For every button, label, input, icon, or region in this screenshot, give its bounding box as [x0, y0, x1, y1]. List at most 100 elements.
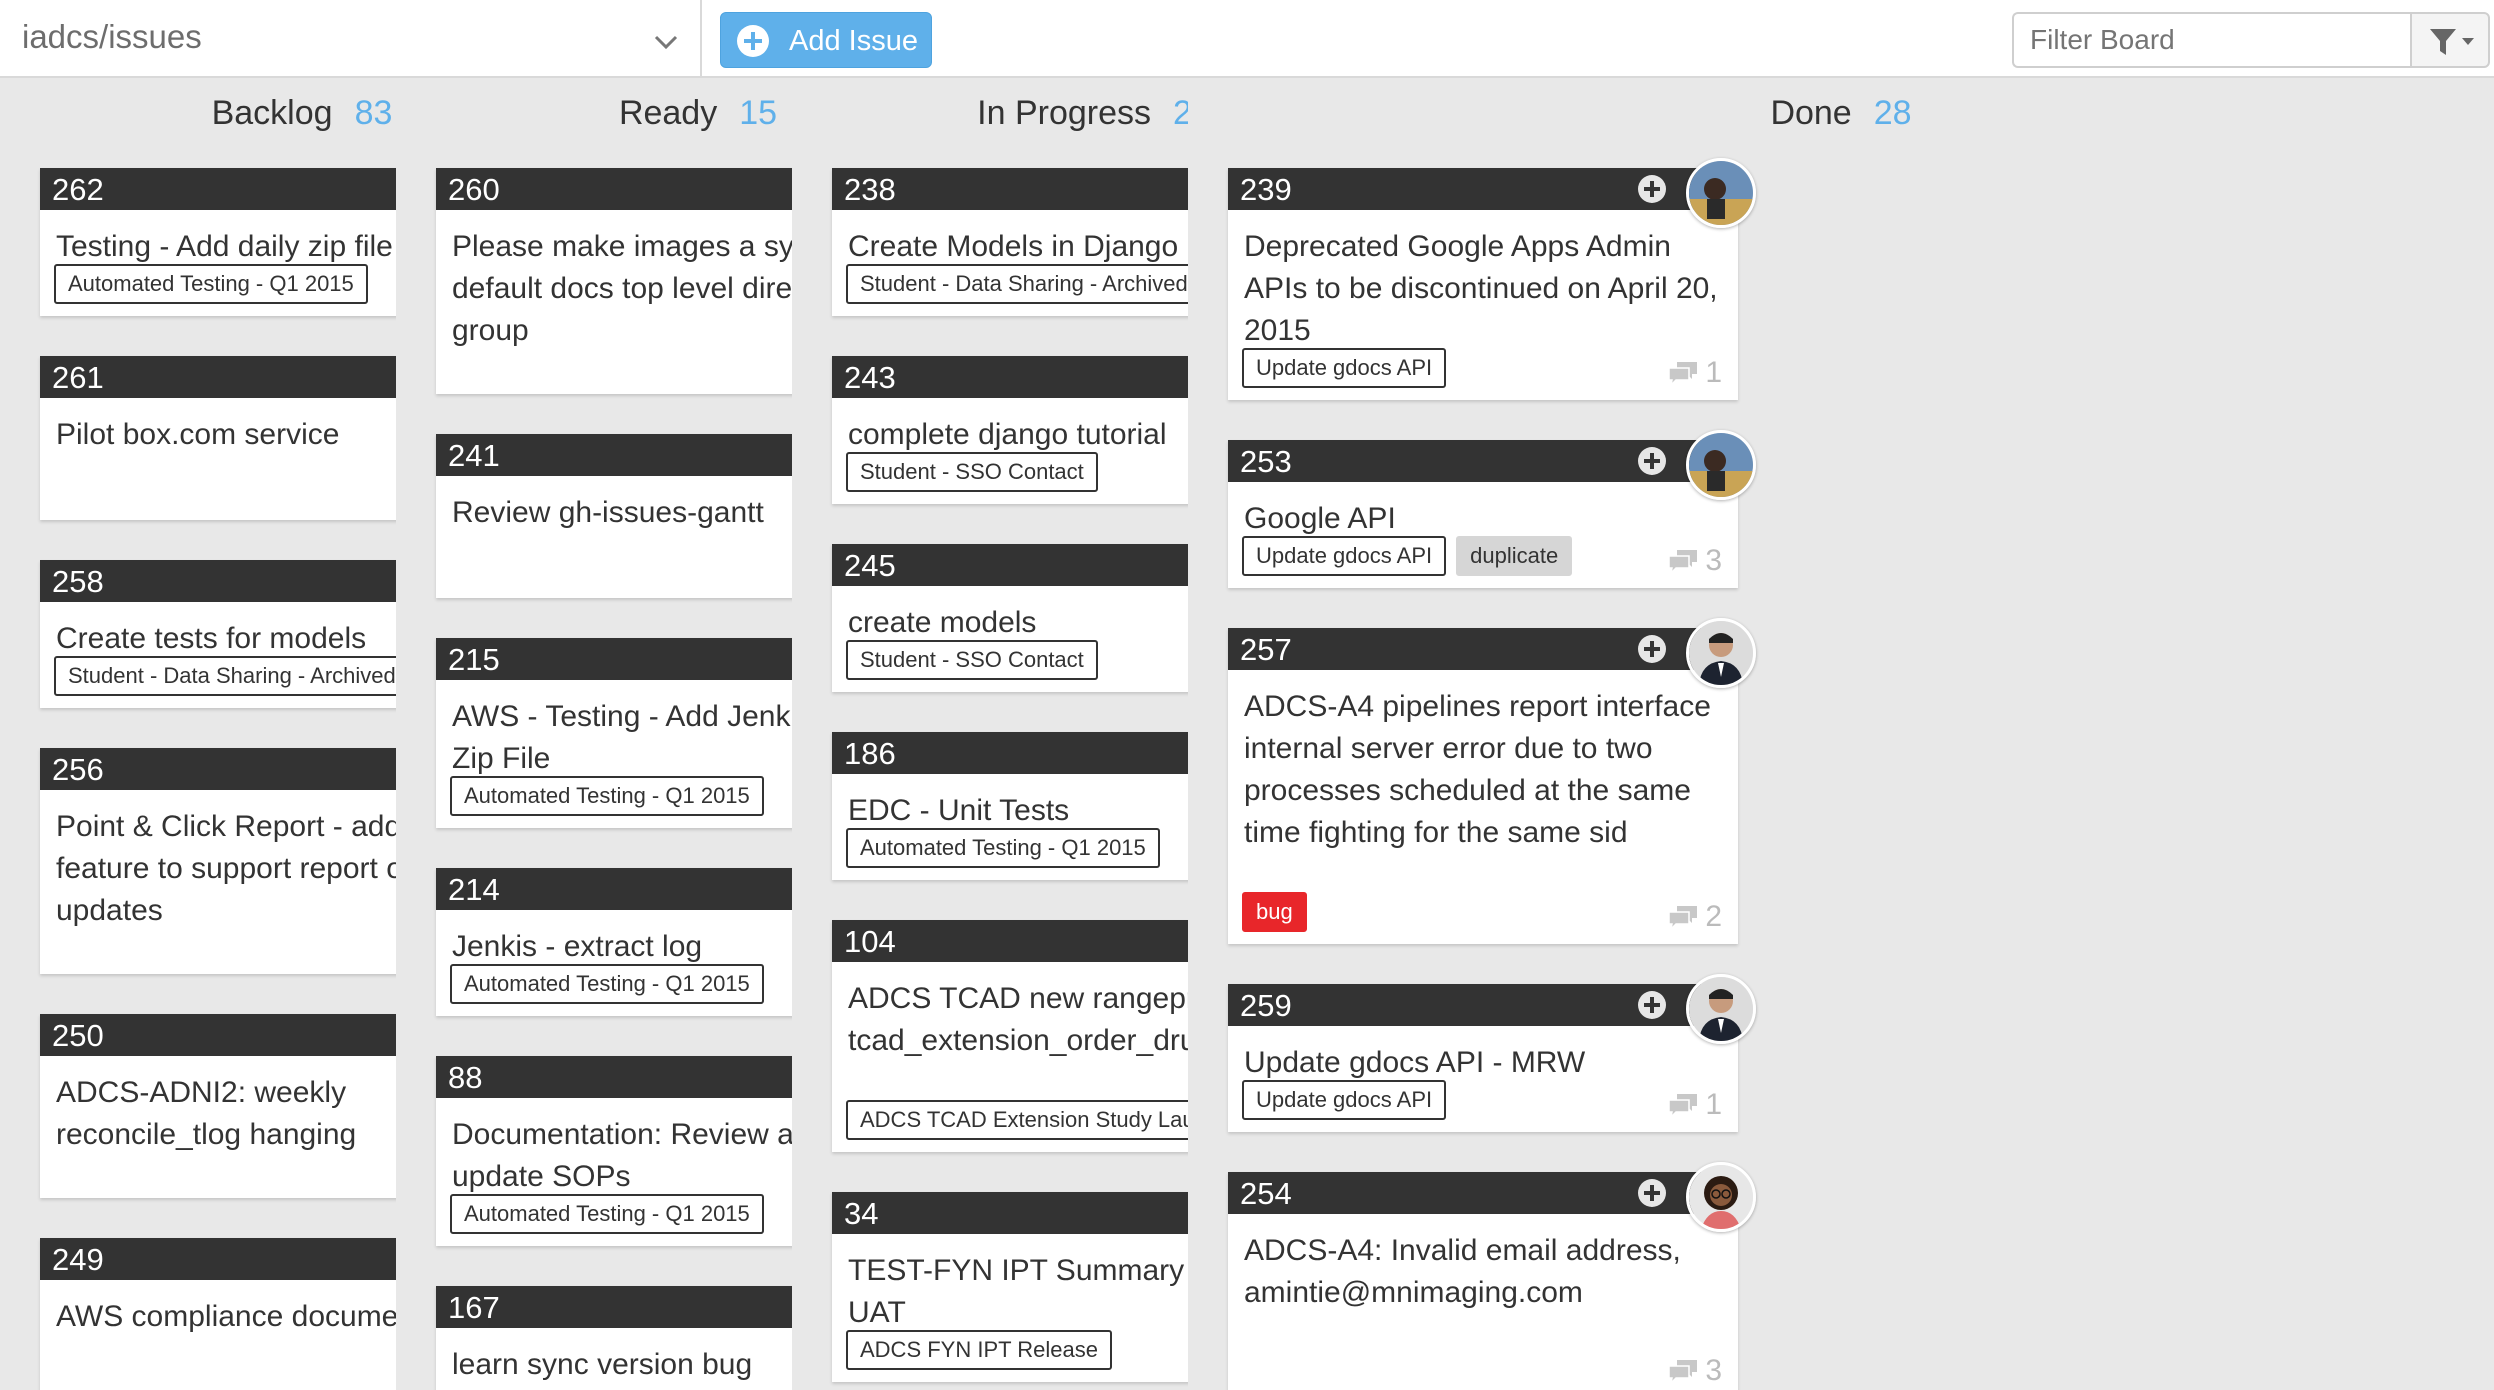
issue-label[interactable]: ADCS TCAD Extension Study Launch — [846, 1100, 1245, 1140]
assignee-avatar[interactable] — [1686, 974, 1756, 1044]
issue-card[interactable]: 257 ADCS-A4 pipelines report interface in… — [1228, 618, 1756, 944]
filter-dropdown-button[interactable] — [2410, 12, 2490, 68]
issue-number[interactable]: 258 — [52, 564, 104, 600]
add-issue-label: Add Issue — [789, 25, 918, 57]
comment-count: 3 — [1667, 1354, 1722, 1388]
issue-number[interactable]: 257 — [1240, 632, 1292, 668]
issue-number[interactable]: 34 — [844, 1196, 878, 1232]
add-circle-icon[interactable] — [1638, 991, 1666, 1019]
comments-icon — [1667, 1092, 1699, 1118]
issue-number[interactable]: 260 — [448, 172, 500, 208]
issue-label[interactable]: bug — [1242, 892, 1307, 932]
issue-label[interactable]: Update gdocs API — [1242, 536, 1447, 576]
issue-card[interactable]: 253 Google API Update gdocs API duplicate 3 — [1228, 430, 1756, 588]
issue-card[interactable]: 254 ADCS-A4: Invalid email address, amint… — [1228, 1162, 1756, 1390]
issue-number[interactable]: 186 — [844, 736, 896, 772]
comments-icon — [1667, 360, 1699, 386]
comment-count: 3 — [1667, 544, 1722, 578]
issue-labels: Student - SSO Contact — [846, 452, 1098, 492]
issue-number[interactable]: 259 — [1240, 988, 1292, 1024]
issue-title[interactable]: Deprecated Google Apps Admin APIs to be … — [1244, 226, 1718, 352]
assignee-avatar[interactable] — [1686, 430, 1756, 500]
issue-card-header: 253 — [1228, 430, 1756, 500]
issue-label[interactable]: Update gdocs API — [1242, 1080, 1447, 1120]
comments-icon — [1667, 1358, 1699, 1384]
issue-label[interactable]: Automated Testing - Q1 2015 — [54, 264, 368, 304]
issue-card[interactable]: 239 Deprecated Google Apps Admin APIs to … — [1228, 158, 1756, 400]
issue-labels: Automated Testing - Q1 2015 — [54, 264, 368, 304]
add-circle-icon[interactable] — [1638, 1179, 1666, 1207]
issue-number[interactable]: 238 — [844, 172, 896, 208]
repo-selector[interactable]: iadcs/issues — [0, 0, 702, 78]
issue-labels: Update gdocs API duplicate — [1242, 536, 1573, 576]
column-issue-count: 15 — [739, 94, 778, 132]
issue-label[interactable]: Automated Testing - Q1 2015 — [450, 964, 764, 1004]
issue-labels: ADCS TCAD Extension Study Launch — [846, 1100, 1245, 1140]
kanban-board: Backlog 83 262 Testing - Add daily zip file… — [0, 78, 2494, 1390]
issue-label[interactable]: Student - SSO Contact — [846, 640, 1098, 680]
issue-number[interactable]: 261 — [52, 360, 104, 396]
filter-icon — [2430, 29, 2474, 55]
issue-labels: Automated Testing - Q1 2015 — [846, 828, 1160, 868]
issue-number[interactable]: 254 — [1240, 1176, 1292, 1212]
add-circle-icon[interactable] — [1638, 447, 1666, 475]
comment-count: 1 — [1667, 356, 1722, 390]
comment-count-value: 3 — [1705, 1354, 1722, 1387]
comments-icon — [1667, 548, 1699, 574]
issue-label[interactable]: Automated Testing - Q1 2015 — [846, 828, 1160, 868]
issue-title[interactable]: Update gdocs API - MRW — [1244, 1042, 1718, 1084]
issue-number[interactable]: 167 — [448, 1290, 500, 1326]
issue-labels: Automated Testing - Q1 2015 — [450, 964, 764, 1004]
issue-card-header: 259 — [1228, 974, 1756, 1044]
add-circle-icon[interactable] — [1638, 635, 1666, 663]
issue-label[interactable]: Student - SSO Contact — [846, 452, 1098, 492]
issue-labels: Automated Testing - Q1 2015 — [450, 776, 764, 816]
column-title: In Progress — [977, 94, 1152, 132]
issue-label[interactable]: Automated Testing - Q1 2015 — [450, 1194, 764, 1234]
issue-label[interactable]: ADCS FYN IPT Release — [846, 1330, 1113, 1370]
comment-count-value: 1 — [1705, 356, 1722, 389]
chevron-down-icon — [654, 35, 678, 50]
issue-labels: Update gdocs API — [1242, 1080, 1447, 1120]
issue-number[interactable]: 215 — [448, 642, 500, 678]
filter-board-input[interactable] — [2012, 12, 2412, 68]
column-issue-count: 28 — [1873, 94, 1912, 132]
issue-number[interactable]: 262 — [52, 172, 104, 208]
column-done: Done 28 239 Deprecated Google Apps Admin AP… — [1188, 78, 2494, 1390]
add-circle-icon[interactable] — [1638, 175, 1666, 203]
issue-number[interactable]: 256 — [52, 752, 104, 788]
issue-label[interactable]: Automated Testing - Q1 2015 — [450, 776, 764, 816]
column-issue-count: 83 — [354, 94, 393, 132]
issue-number[interactable]: 249 — [52, 1242, 104, 1278]
issue-label[interactable]: duplicate — [1456, 536, 1573, 576]
issue-title[interactable]: ADCS-A4 pipelines report interface inter… — [1244, 686, 1718, 854]
column-title: Done — [1770, 94, 1852, 132]
issue-number[interactable]: 250 — [52, 1018, 104, 1054]
issue-labels: Update gdocs API — [1242, 348, 1447, 388]
repo-name: iadcs/issues — [22, 18, 202, 55]
assignee-avatar[interactable] — [1686, 158, 1756, 228]
column-title: Backlog — [211, 94, 333, 132]
column-title: Ready — [618, 94, 718, 132]
issue-number[interactable]: 243 — [844, 360, 896, 396]
issue-card[interactable]: 259 Update gdocs API - MRW Update gdocs AP… — [1228, 974, 1756, 1132]
issue-card-header: 239 — [1228, 158, 1756, 228]
issue-card-header: 257 — [1228, 618, 1756, 688]
issue-title[interactable]: ADCS-A4: Invalid email address, amintie@… — [1244, 1230, 1718, 1314]
issue-number[interactable]: 239 — [1240, 172, 1292, 208]
issue-title[interactable]: Google API — [1244, 498, 1718, 540]
issue-labels: Student - SSO Contact — [846, 640, 1098, 680]
issue-number[interactable]: 253 — [1240, 444, 1292, 480]
issue-label[interactable]: Update gdocs API — [1242, 348, 1447, 388]
issue-number[interactable]: 241 — [448, 438, 500, 474]
comment-count: 1 — [1667, 1088, 1722, 1122]
issue-number[interactable]: 88 — [448, 1060, 482, 1096]
issue-number[interactable]: 245 — [844, 548, 896, 584]
assignee-avatar[interactable] — [1686, 1162, 1756, 1232]
plus-circle-icon — [737, 25, 769, 57]
issue-number[interactable]: 214 — [448, 872, 500, 908]
issue-number[interactable]: 104 — [844, 924, 896, 960]
comment-count-value: 2 — [1705, 900, 1722, 933]
add-issue-button[interactable]: Add Issue — [720, 12, 932, 68]
assignee-avatar[interactable] — [1686, 618, 1756, 688]
